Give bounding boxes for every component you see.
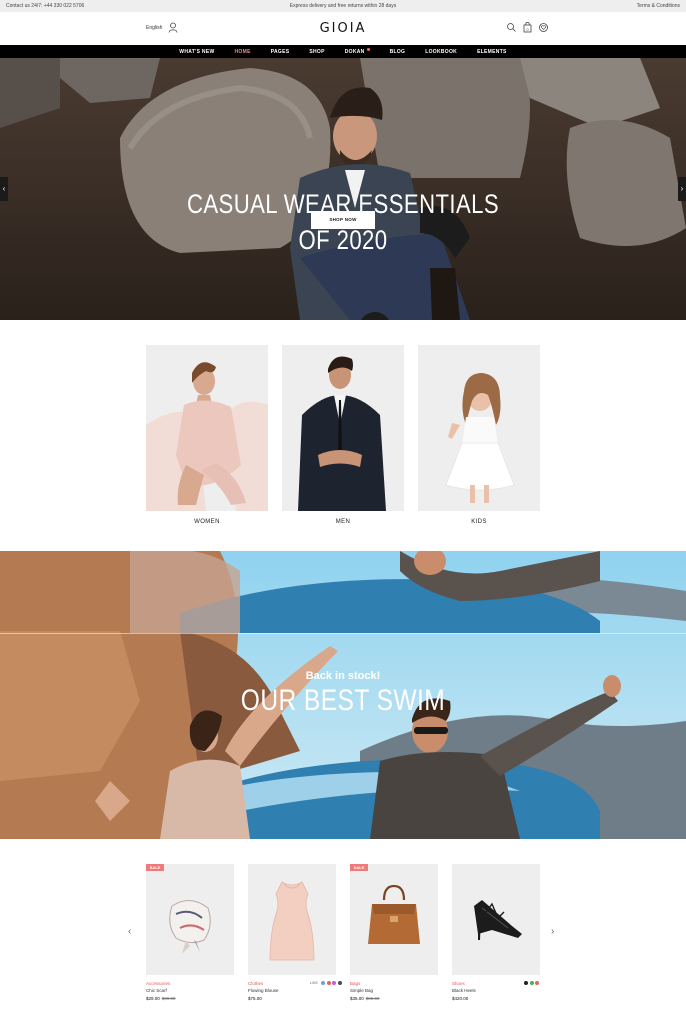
product-name[interactable]: Flowing Blouse (248, 988, 279, 993)
product-category[interactable]: Shoes (452, 981, 465, 986)
nav-item-home[interactable]: HOME (235, 49, 251, 55)
men-model-image (298, 356, 386, 511)
swatch-red[interactable] (535, 981, 539, 985)
promo-text: Express delivery and free returns within… (289, 3, 397, 9)
hero-next-arrow[interactable]: › (678, 177, 686, 201)
product-name[interactable]: Chic Scarf (146, 988, 167, 993)
product-image-heels[interactable] (452, 864, 540, 975)
top-bar: Contact us 24/7: +44 330 022 5706 Expres… (0, 0, 686, 12)
product-category[interactable]: Bags (350, 981, 360, 986)
product-price: $420.00 (452, 996, 469, 1001)
swatch-blue[interactable] (321, 981, 326, 985)
swatch-red[interactable] (326, 981, 331, 985)
nav-item-dokan[interactable]: DOKAN (345, 48, 370, 55)
swatch-green[interactable] (529, 981, 534, 985)
nav-item-lookbook[interactable]: LOOKBOOK (425, 49, 457, 55)
products-next-arrow[interactable]: › (551, 926, 554, 937)
color-swatches: L/XS (310, 981, 342, 985)
products-prev-arrow[interactable]: ‹ (128, 926, 131, 937)
color-swatches (524, 981, 539, 985)
swatch-purple[interactable] (332, 981, 337, 985)
price-old: $39.00 (161, 996, 176, 1001)
banner-title: OUR BEST SWIM (240, 684, 446, 717)
nav-item-whats-new[interactable]: WHAT'S NEW (179, 49, 214, 55)
price-current: $29.00 (146, 996, 160, 1001)
kids-model-image (445, 373, 515, 503)
main-nav: WHAT'S NEW HOME PAGES SHOP DOKAN BLOG LO… (0, 45, 686, 58)
hero-prev-arrow[interactable]: ‹ (0, 177, 8, 201)
cart-icon[interactable]: 0 (522, 22, 533, 33)
nav-item-elements[interactable]: ELEMENTS (477, 49, 507, 55)
product-image-bag[interactable]: SALE (350, 864, 438, 975)
product-category[interactable]: Accessories (146, 981, 170, 986)
product-name[interactable]: Black Heels (452, 988, 476, 993)
category-card-men[interactable] (282, 345, 404, 511)
price-current: $35.00 (350, 996, 364, 1001)
hero-slider: CASUAL WEAR ESSENTIALS OF 2020 (0, 58, 686, 320)
category-label-women[interactable]: WOMEN (146, 519, 268, 525)
nav-item-shop[interactable]: SHOP (309, 49, 324, 55)
swatch-gray[interactable] (337, 981, 342, 985)
category-label-kids[interactable]: KIDS (418, 519, 540, 525)
terms-link[interactable]: Terms & Conditions (637, 3, 680, 9)
women-model-image (146, 362, 268, 511)
blouse-image (269, 881, 315, 961)
banner-subtitle: Back in stock! (305, 670, 381, 682)
size-options[interactable]: L/XS (310, 981, 318, 985)
sale-badge: SALE (350, 864, 368, 871)
product-image-blouse[interactable] (248, 864, 336, 975)
product-category[interactable]: Clothes (248, 981, 263, 986)
category-card-women[interactable] (146, 345, 268, 511)
product-name[interactable]: Simple Bag (350, 988, 373, 993)
sale-badge: SALE (146, 864, 164, 871)
nav-item-pages[interactable]: PAGES (271, 49, 290, 55)
nav-item-dokan-label: DOKAN (344, 49, 365, 55)
product-price: $35.00 $85.00 (350, 996, 380, 1001)
site-logo[interactable]: GIOIA (0, 21, 686, 36)
product-image-scarf[interactable]: SALE (146, 864, 234, 975)
scarf-image (169, 900, 211, 954)
nav-item-blog[interactable]: BLOG (390, 49, 406, 55)
swatch-black[interactable] (524, 981, 528, 985)
bag-image (368, 884, 420, 944)
search-icon[interactable] (506, 22, 517, 33)
shop-now-button[interactable]: SHOP NOW (311, 211, 375, 229)
new-badge-dot (366, 48, 370, 51)
heels-image (474, 900, 522, 940)
cart-count: 0 (526, 27, 529, 32)
category-label-men[interactable]: MEN (282, 519, 404, 525)
product-price: $75.00 (248, 996, 262, 1001)
product-price: $29.00 $39.00 (146, 996, 176, 1001)
category-card-kids[interactable] (418, 345, 540, 511)
price-old: $85.00 (365, 996, 380, 1001)
site-header: English GIOIA 0 (0, 12, 686, 45)
wishlist-icon[interactable] (538, 22, 549, 33)
